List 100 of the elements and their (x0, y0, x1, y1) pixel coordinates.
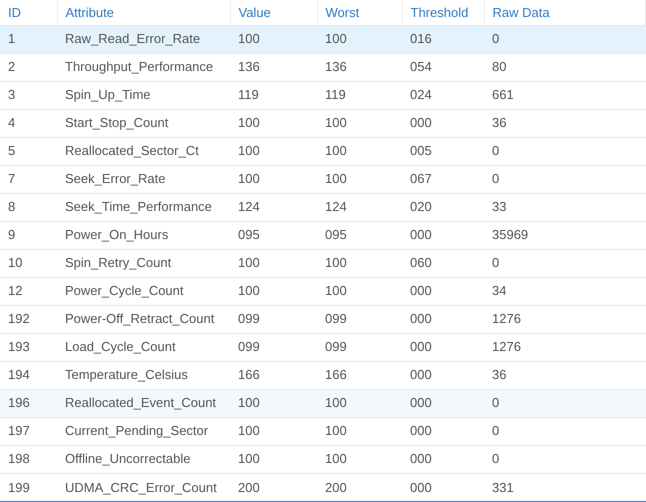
table-cell: 166 (238, 367, 260, 382)
table-cell: UDMA_CRC_Error_Count (65, 480, 217, 494)
table-cell: 054 (410, 59, 432, 74)
table-cell: 099 (325, 311, 347, 326)
table-cell: Offline_Uncorrectable (65, 451, 190, 466)
table-cell: Throughput_Performance (65, 59, 214, 74)
table-cell: 100 (238, 255, 260, 270)
table-cell: 100 (238, 31, 260, 46)
table-cell: Start_Stop_Count (65, 115, 168, 130)
table-cell: 100 (325, 143, 347, 158)
table-row[interactable]: 193 Load_Cycle_Count 099 099 000 1276 (0, 333, 646, 361)
table-cell: 119 (238, 87, 259, 102)
table-cell: 067 (410, 171, 432, 186)
table-cell: 099 (325, 339, 347, 354)
table-cell: Spin_Retry_Count (65, 255, 172, 270)
table-cell: 199 (8, 480, 30, 494)
table-cell: 166 (325, 367, 347, 382)
table-cell: 200 (325, 480, 347, 494)
table-cell: Spin_Up_Time (65, 87, 151, 102)
table-cell: 095 (325, 227, 347, 242)
table-cell: Load_Cycle_Count (65, 339, 176, 354)
table-cell: 200 (238, 480, 260, 494)
table-cell: 1276 (492, 311, 521, 326)
table-cell: 1276 (492, 339, 521, 354)
table-row[interactable]: 5 Reallocated_Sector_Ct 100 100 005 0 (0, 137, 646, 165)
table-cell: 100 (325, 171, 347, 186)
table-cell: 000 (410, 339, 432, 354)
table-row[interactable]: 2 Throughput_Performance 136 136 054 80 (0, 53, 646, 81)
table-cell: 100 (325, 283, 347, 298)
table-cell: 100 (238, 283, 260, 298)
table-cell: 100 (238, 451, 260, 466)
table-cell: 000 (410, 367, 432, 382)
table-cell: 198 (8, 451, 30, 466)
table-cell: 060 (410, 255, 432, 270)
table-cell: 80 (492, 59, 506, 74)
table-cell: 0 (492, 31, 500, 46)
table-cell: Reallocated_Sector_Ct (65, 143, 199, 158)
table-cell: 000 (410, 451, 432, 466)
table-cell: Seek_Time_Performance (65, 199, 212, 214)
table-cell: 100 (238, 423, 260, 438)
table-cell: 36 (492, 367, 506, 382)
table-cell: 024 (410, 87, 432, 102)
table-cell: 192 (8, 311, 30, 326)
table-cell: 020 (410, 199, 432, 214)
table-cell: 000 (410, 227, 432, 242)
table-cell: 100 (325, 395, 347, 410)
table-cell: 12 (8, 283, 22, 298)
table-cell: 100 (325, 115, 347, 130)
table-row[interactable]: 4 Start_Stop_Count 100 100 000 36 (0, 109, 646, 137)
table-cell: Current_Pending_Sector (65, 423, 208, 438)
table-cell: 124 (325, 199, 347, 214)
table-cell: 000 (410, 480, 432, 494)
table-cell: 0 (492, 395, 500, 410)
table-cell: 36 (492, 115, 506, 130)
table-row[interactable]: 12 Power_Cycle_Count 100 100 000 34 (0, 277, 646, 305)
table-cell: 099 (238, 311, 260, 326)
table-cell: 100 (325, 423, 347, 438)
table-cell: 000 (410, 283, 432, 298)
table-row[interactable]: 9 Power_On_Hours 095 095 000 35969 (0, 221, 646, 249)
table-cell: 000 (410, 395, 432, 410)
table-cell: 000 (410, 311, 432, 326)
table-cell: 0 (492, 171, 500, 186)
table-cell: 9 (8, 227, 16, 242)
table-row[interactable]: 10 Spin_Retry_Count 100 100 060 0 (0, 249, 646, 277)
table-cell: 0 (492, 255, 500, 270)
table-cell: 136 (325, 59, 347, 74)
table-cell: 8 (8, 199, 16, 214)
table-cell: 000 (410, 115, 432, 130)
table-cell: 000 (410, 423, 432, 438)
table-cell: 4 (8, 115, 16, 130)
table-row[interactable]: 198 Offline_Uncorrectable 100 100 000 0 (0, 445, 646, 473)
table-row[interactable]: 7 Seek_Error_Rate 100 100 067 0 (0, 165, 646, 193)
table-cell: Seek_Error_Rate (65, 171, 166, 186)
table-row[interactable]: 197 Current_Pending_Sector 100 100 000 0 (0, 417, 646, 445)
table-cell: 331 (492, 480, 514, 494)
table-cell: 124 (238, 199, 260, 214)
table-cell: Power_On_Hours (65, 227, 168, 242)
table-row[interactable]: 192 Power-Off_Retract_Count 099 099 000 1276 (0, 305, 646, 333)
table-cell: 661 (492, 87, 514, 102)
table-cell: 196 (8, 395, 30, 410)
table-cell: 194 (8, 367, 30, 382)
table-cell: 1 (8, 31, 16, 46)
table-row[interactable]: 194 Temperature_Celsius 166 166 000 36 (0, 361, 646, 389)
table-cell: 100 (238, 115, 260, 130)
table-cell: Temperature_Celsius (65, 367, 188, 382)
table-cell: 100 (238, 395, 260, 410)
table-cell: 095 (238, 227, 260, 242)
table-cell: 0 (492, 423, 500, 438)
table-cell: 100 (325, 451, 347, 466)
table-cell: Reallocated_Event_Count (65, 395, 216, 410)
table-cell: 099 (238, 339, 260, 354)
table-cell: 136 (238, 59, 260, 74)
table-cell: 197 (8, 423, 30, 438)
table-row[interactable]: 199 UDMA_CRC_Error_Count 200 200 000 331 (0, 473, 646, 501)
table-row[interactable]: 8 Seek_Time_Performance 124 124 020 33 (0, 193, 646, 221)
table-cell: 119 (325, 87, 346, 102)
table-row[interactable]: 3 Spin_Up_Time 119 119 024 661 (0, 81, 646, 109)
table-cell: 100 (325, 255, 347, 270)
table-cell: 0 (492, 143, 500, 158)
table-cell: 33 (492, 199, 506, 214)
